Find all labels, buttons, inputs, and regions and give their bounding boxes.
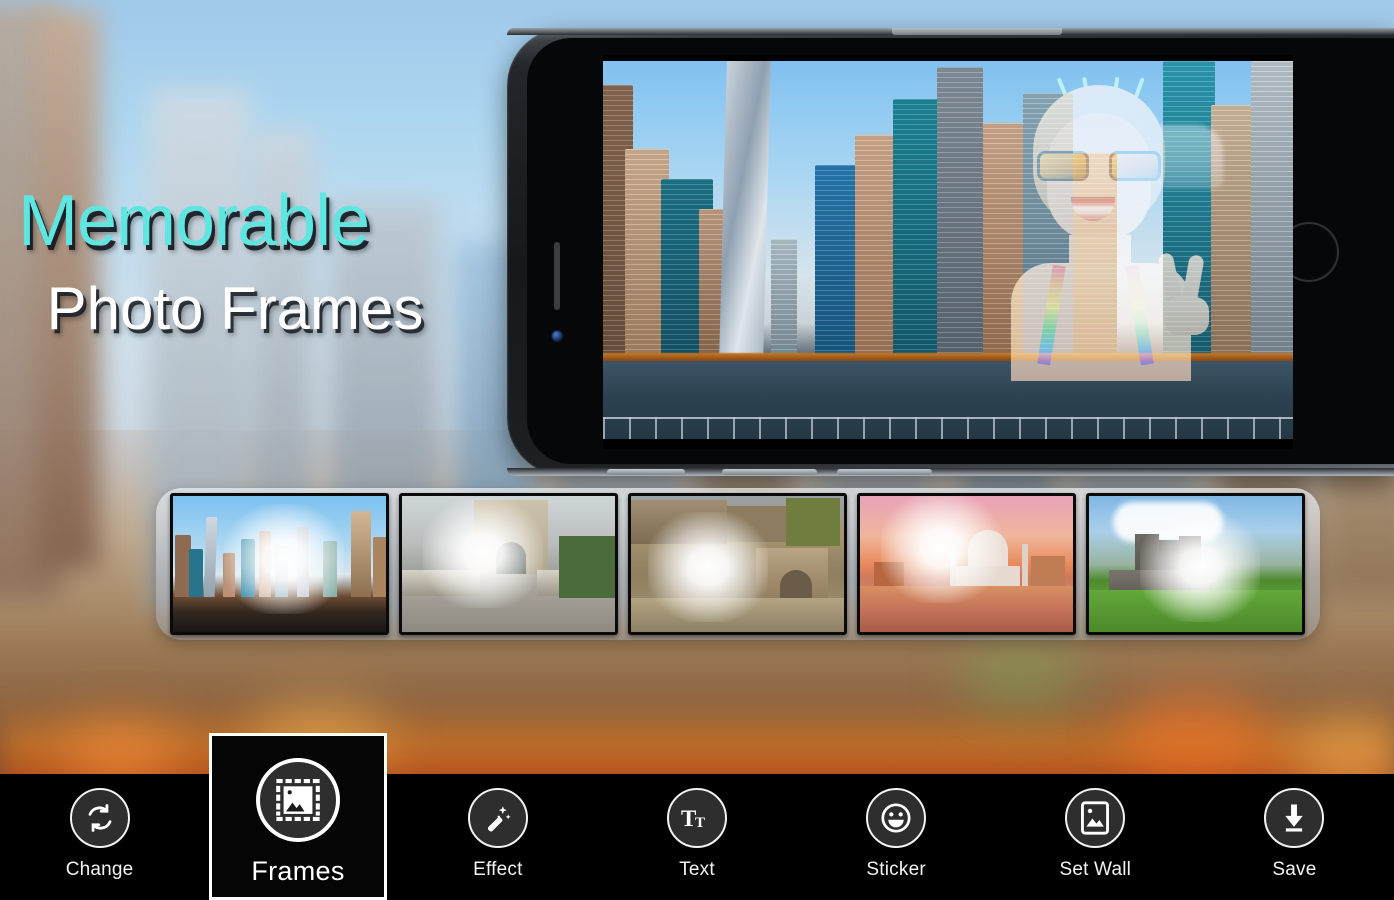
toolbar-item-set-wall[interactable]: Set Wall: [996, 774, 1195, 900]
earpiece-speaker: [554, 242, 560, 310]
thumb-building: [323, 540, 337, 597]
toolbar-label: Set Wall: [1059, 859, 1132, 880]
thumb-building: [203, 516, 218, 597]
thumb-parapet: [402, 570, 480, 596]
toolbar-item-frames[interactable]: Frames: [209, 733, 387, 900]
thumb-building: [351, 510, 371, 597]
screen-building: [771, 239, 797, 361]
toolbar-item-change[interactable]: Change: [0, 774, 199, 900]
page-title: Memorable Photo Frames: [18, 185, 498, 339]
phone-antenna-band: [892, 28, 1062, 35]
screen-building: [815, 165, 859, 361]
magic-wand-icon: [467, 788, 528, 848]
thumb-minaret: [1022, 544, 1028, 592]
frames-thumbnail-list[interactable]: [170, 493, 1306, 635]
frames-tray[interactable]: [156, 488, 1320, 640]
background-bokeh: [960, 640, 1080, 710]
toolbar-label: Effect: [473, 859, 523, 880]
refresh-icon: [69, 788, 130, 848]
overlay-peace-hand: [1157, 252, 1211, 335]
screen-building: [855, 135, 895, 361]
screen-building: [1251, 61, 1293, 361]
title-line-1: Memorable: [18, 181, 370, 261]
thumb-building: [223, 552, 235, 597]
phone-port: [722, 469, 817, 475]
thumb-building: [259, 530, 271, 597]
toolbar-label: Sticker: [866, 859, 926, 880]
thumb-ruins: [727, 506, 787, 542]
thumb-foliage: [559, 536, 615, 598]
overlay-portrait: [985, 76, 1223, 381]
phone-port: [837, 469, 932, 475]
screen-building: [937, 67, 983, 361]
toolbar-label: Text: [679, 859, 715, 880]
frame-thumbnail-5[interactable]: [1086, 493, 1305, 635]
screen-letterbox-bottom: [603, 439, 1293, 449]
screen-building: [893, 99, 941, 361]
smiley-icon: [866, 788, 927, 848]
screen-letterbox-top: [603, 55, 1293, 61]
thumb-foliage: [786, 498, 840, 546]
toolbar-item-sticker[interactable]: Sticker: [797, 774, 996, 900]
frames-icon: [256, 758, 340, 842]
thumb-building: [297, 526, 309, 597]
frame-thumbnail-2[interactable]: [399, 493, 618, 635]
thumb-lawn: [1089, 590, 1302, 632]
phone-port: [607, 469, 685, 475]
toolbar-item-effect[interactable]: Effect: [398, 774, 597, 900]
toolbar-label: Change: [65, 859, 134, 880]
toolbar-label: Save: [1272, 859, 1317, 880]
preview-photo[interactable]: [603, 55, 1293, 449]
frame-thumbnail-1[interactable]: [170, 493, 389, 635]
overlay-palm: [1165, 297, 1209, 335]
toolbar-item-save[interactable]: Save: [1195, 774, 1394, 900]
thumb-ruins: [631, 500, 727, 544]
download-icon: [1264, 788, 1325, 848]
frame-thumbnail-3[interactable]: [628, 493, 847, 635]
sunglasses: [1037, 151, 1161, 181]
screen-twisted-tower: [719, 61, 771, 361]
thumb-clouds: [1113, 502, 1223, 542]
thumb-building: [241, 538, 255, 597]
thumb-river: [860, 586, 1073, 632]
title-line-2: Photo Frames: [46, 275, 424, 342]
toolbar-item-text[interactable]: T T Text: [597, 774, 796, 900]
background-bokeh: [1120, 690, 1270, 780]
sunglasses-lens-left: [1037, 151, 1089, 181]
thumb-ground: [631, 598, 844, 632]
thumb-building: [275, 544, 288, 597]
thumb-building: [189, 548, 203, 597]
svg-text:T: T: [695, 815, 705, 831]
toolbar-label-frames: Frames: [251, 856, 345, 886]
wallpaper-icon: [1065, 788, 1126, 848]
sunglasses-lens-right: [1109, 151, 1161, 181]
phone-preview[interactable]: [507, 28, 1394, 476]
text-icon: T T: [666, 788, 727, 848]
frame-thumbnail-4[interactable]: [857, 493, 1076, 635]
thumb-building: [373, 536, 386, 597]
front-camera: [552, 331, 562, 341]
thumb-minaret: [950, 544, 956, 592]
